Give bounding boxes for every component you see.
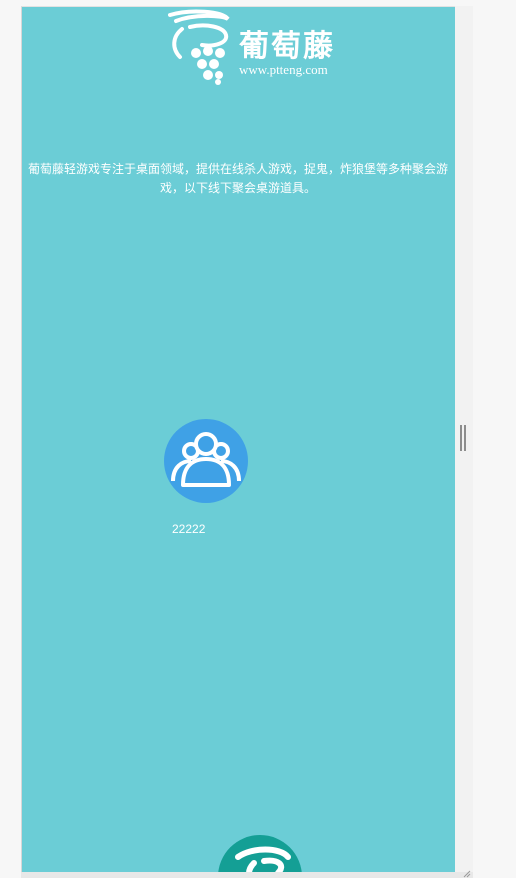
resize-grip-icon[interactable] [463,870,471,878]
bottom-scrollbar[interactable] [21,872,473,878]
resize-handle[interactable] [460,425,466,451]
grape-logo-icon [235,846,291,873]
phone-preview-frame: 葡萄藤 www.ptteng.com 葡萄藤轻游戏专注于桌面领域，提供在线杀人游… [21,6,455,873]
group-users-icon [171,432,241,487]
brand-url: www.ptteng.com [239,62,328,77]
brand-logo: 葡萄藤 www.ptteng.com [142,9,362,85]
footer-logo [218,835,302,873]
brand-title: 葡萄藤 [239,29,335,64]
intro-text: 葡萄藤轻游戏专注于桌面领域，提供在线杀人游戏，捉鬼，炸狼堡等多种聚会游戏，以下线… [28,162,449,195]
game-label: 22222 [172,522,206,536]
grape-logo-icon [168,9,230,85]
game-entry-button[interactable] [164,419,248,503]
